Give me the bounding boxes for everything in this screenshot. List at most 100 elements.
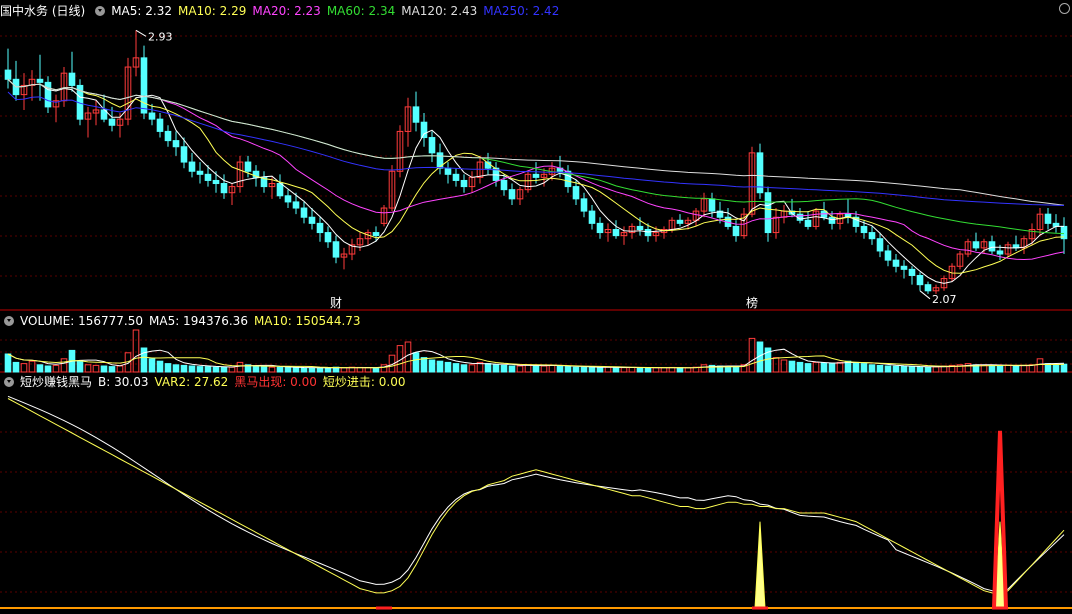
volume-bar xyxy=(900,365,908,373)
volume-bar xyxy=(916,366,924,373)
price-ma-label-2: MA20: 2.23 xyxy=(252,4,321,18)
volume-bar xyxy=(996,365,1004,373)
price-ma-label-1: MA10: 2.29 xyxy=(177,4,247,18)
volume-bar xyxy=(364,367,372,373)
volume-bar xyxy=(636,367,644,373)
candle-body xyxy=(140,57,148,114)
indicator-label-1: VAR2: 27.62 xyxy=(154,375,229,389)
volume-bar xyxy=(556,365,564,373)
candle-body xyxy=(860,225,868,234)
volume-bar xyxy=(380,364,388,373)
candle-body xyxy=(108,118,116,126)
indicator-label-0: B: 30.03 xyxy=(98,375,149,389)
volume-bar xyxy=(452,363,460,373)
volume-bar xyxy=(1052,364,1060,373)
event-marker: 财 xyxy=(330,296,342,310)
candle-body xyxy=(900,265,908,270)
volume-bar xyxy=(340,367,348,373)
price-ma-label-4: MA120: 2.43 xyxy=(401,4,478,18)
candle-body xyxy=(580,198,588,212)
volume-bar xyxy=(180,364,188,373)
volume-bar xyxy=(660,367,668,373)
volume-bar xyxy=(108,366,116,373)
volume-bar xyxy=(260,366,268,373)
volume-bar xyxy=(420,357,428,373)
candle-body xyxy=(212,179,220,185)
volume-legend: VOLUME: 156777.50 MA5: 194376.36 MA10: 150… xyxy=(0,312,373,330)
candle-body xyxy=(444,167,452,175)
stock-title: 国中水务 (日线) xyxy=(0,4,86,18)
volume-bar xyxy=(644,367,652,373)
volume-bar xyxy=(228,366,236,373)
volume-bar xyxy=(548,364,556,373)
price-ma-label-0: MA5: 2.32 xyxy=(111,4,172,18)
volume-bar xyxy=(564,366,572,373)
dropdown-icon[interactable] xyxy=(4,377,14,387)
volume-bar xyxy=(4,353,12,373)
volume-bar xyxy=(372,367,380,373)
candle-body xyxy=(420,121,428,139)
candle-body xyxy=(460,179,468,188)
volume-bar xyxy=(612,366,620,373)
volume-bar xyxy=(276,366,284,373)
volume-bar xyxy=(460,364,468,373)
volume-bar xyxy=(52,364,60,373)
volume-bar xyxy=(12,361,20,373)
candle-body xyxy=(220,183,228,194)
volume-bar xyxy=(36,364,44,373)
candle-body xyxy=(244,161,252,172)
volume-bar xyxy=(20,363,28,373)
volume-title: VOLUME: 156777.50 xyxy=(20,314,143,328)
candle-body xyxy=(324,232,332,243)
volume-bar xyxy=(92,364,100,373)
volume-bar xyxy=(468,364,476,373)
candle-body xyxy=(908,268,916,276)
volume-bar xyxy=(748,337,756,373)
volume-bar xyxy=(532,364,540,373)
candle-body xyxy=(164,130,172,142)
candle-body xyxy=(284,195,292,203)
dropdown-icon[interactable] xyxy=(95,6,106,16)
volume-bar xyxy=(28,360,36,373)
volume-bar xyxy=(412,352,420,373)
price-ma-label-5: MA250: 2.42 xyxy=(483,4,560,18)
candle-body xyxy=(532,173,540,178)
indicator-label-2: 黑马出现: 0.00 xyxy=(234,375,317,389)
volume-bar xyxy=(852,361,860,373)
volume-bar xyxy=(444,361,452,373)
candle-body xyxy=(868,232,876,240)
candle-body xyxy=(412,106,420,123)
volume-bar xyxy=(252,365,260,373)
candle-body xyxy=(876,238,884,252)
volume-bar xyxy=(492,364,500,373)
volume-bar xyxy=(508,365,516,373)
low-price-label: 2.07 xyxy=(932,293,957,306)
volume-bar xyxy=(316,367,324,373)
dropdown-icon[interactable] xyxy=(4,316,14,326)
candle-body xyxy=(68,72,76,86)
volume-bar xyxy=(44,365,52,373)
volume-bar xyxy=(676,367,684,373)
indicator-label-3: 短炒进击: 0.00 xyxy=(322,375,406,389)
volume-bar xyxy=(828,363,836,373)
candle-body xyxy=(612,229,620,237)
volume-bar xyxy=(860,363,868,373)
candle-body xyxy=(4,69,12,80)
candle-body xyxy=(308,216,316,224)
volume-ma-label-0: MA5: 194376.36 xyxy=(149,314,248,328)
candle-body xyxy=(500,179,508,191)
window-restore-icon[interactable] xyxy=(1059,3,1070,14)
volume-bar xyxy=(684,367,692,373)
volume-bar xyxy=(820,362,828,373)
volume-bar xyxy=(868,364,876,373)
duanchao-signal xyxy=(754,521,766,609)
volume-bar xyxy=(428,359,436,373)
volume-bar xyxy=(732,366,740,373)
volume-bar xyxy=(1004,364,1012,373)
indicator-legend: 短炒赚钱黑马 B: 30.03 VAR2: 27.62 黑马出现: 0.00 短炒进击:… xyxy=(0,373,417,391)
volume-bar xyxy=(700,364,708,373)
candle-body xyxy=(572,186,580,200)
volume-bar xyxy=(1060,363,1068,373)
candle-body xyxy=(36,78,44,83)
volume-bar xyxy=(988,364,996,373)
